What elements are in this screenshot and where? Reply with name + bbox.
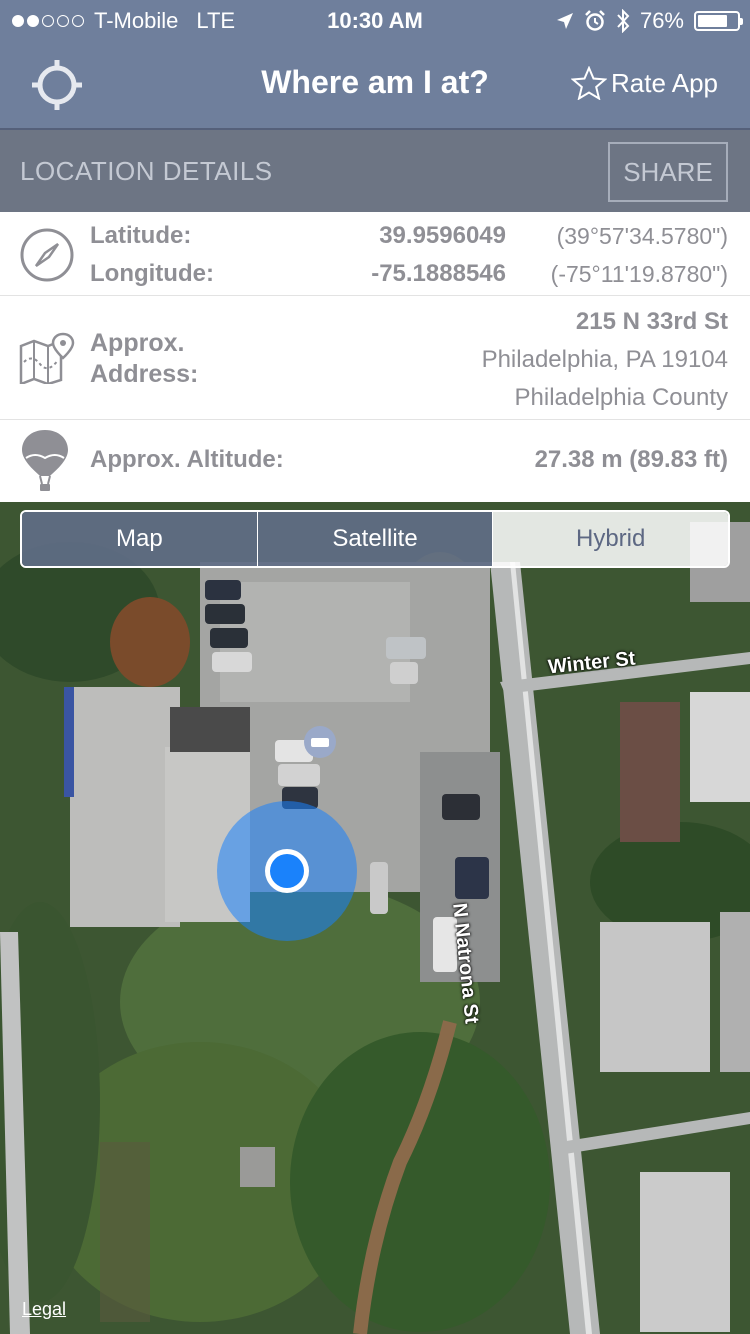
map-mode-map[interactable]: Map (22, 512, 258, 566)
longitude-dms: (-75°11'19.8780") (550, 261, 728, 287)
address-row: Approx. Address: 215 N 33rd St Philadelp… (0, 296, 750, 420)
star-icon (571, 66, 608, 100)
altitude-row: Approx. Altitude: 27.38 m (89.83 ft) (0, 420, 750, 502)
battery-percent: 76% (639, 8, 684, 33)
latitude-label: Latitude: (90, 222, 192, 249)
map-mode-hybrid[interactable]: Hybrid (493, 512, 728, 566)
map-view[interactable]: Winter St N Natrona St Map Satellite Hyb… (0, 502, 750, 1334)
hot-air-balloon-icon (22, 430, 68, 491)
rate-app-button[interactable]: Rate App (571, 66, 718, 100)
address-label: Approx. Address: (90, 328, 230, 390)
altitude-value: 27.38 m (89.83 ft) (534, 446, 728, 473)
location-arrow-icon (556, 13, 573, 29)
navigation-bar: Where am I at? Rate App (0, 40, 750, 128)
address-county: Philadelphia County (514, 384, 728, 411)
compass-icon (20, 228, 74, 282)
map-type-segmented-control: Map Satellite Hybrid (20, 510, 730, 568)
satellite-imagery (0, 502, 750, 1334)
address-city: Philadelphia, PA 19104 (481, 346, 728, 373)
address-street: 215 N 33rd St (575, 308, 728, 335)
alarm-clock-icon (585, 10, 605, 31)
location-details-header: LOCATION DETAILS SHARE (0, 128, 750, 212)
latitude-dms: (39°57'34.5780") (556, 223, 728, 249)
battery-icon (694, 11, 743, 31)
map-mode-satellite[interactable]: Satellite (257, 512, 494, 566)
map-pin-icon (19, 332, 75, 384)
longitude-value: -75.1888546 (371, 260, 506, 287)
address-label-line2: Address: (90, 360, 199, 388)
top-bar: T-Mobile LTE 10:30 AM 76% Where am I at?… (0, 0, 750, 128)
section-title: LOCATION DETAILS (20, 156, 273, 186)
coordinates-row: Latitude: 39.9596049 (39°57'34.5780") Lo… (0, 212, 750, 296)
latitude-value: 39.9596049 (379, 222, 506, 249)
bluetooth-icon (617, 9, 630, 33)
address-label-line1: Approx. (90, 329, 185, 357)
longitude-label: Longitude: (90, 260, 214, 287)
status-bar: T-Mobile LTE 10:30 AM 76% (0, 0, 750, 40)
legal-link[interactable]: Legal (22, 1299, 66, 1320)
altitude-label: Approx. Altitude: (90, 446, 284, 473)
rate-app-label: Rate App (611, 67, 718, 98)
share-button[interactable]: SHARE (608, 142, 728, 202)
